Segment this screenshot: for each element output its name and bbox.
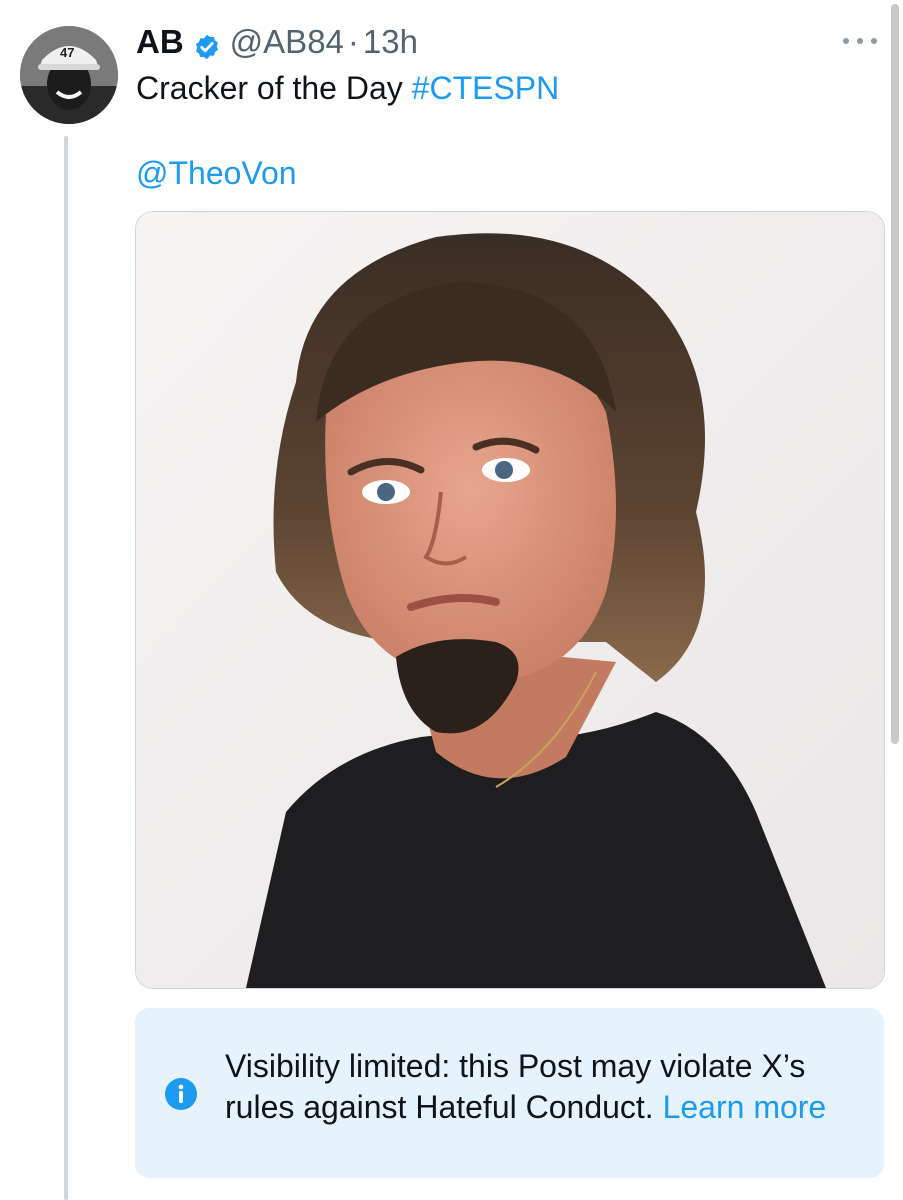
post-media-image[interactable] [135, 211, 885, 989]
avatar-image: 47 [20, 26, 118, 124]
more-options-icon[interactable] [843, 26, 877, 56]
thread-line [64, 136, 68, 1200]
post-text-body: Cracker of the Day [136, 70, 412, 106]
hashtag-link[interactable]: #CTESPN [412, 70, 560, 106]
post-text: Cracker of the Day #CTESPN [136, 66, 559, 110]
scrollbar[interactable] [891, 4, 899, 744]
verified-badge-icon[interactable] [193, 28, 221, 60]
info-icon [165, 1078, 197, 1110]
author-handle[interactable]: @AB84 [230, 20, 344, 64]
author-name[interactable]: AB [136, 20, 184, 64]
separator-dot: · [347, 23, 359, 60]
visibility-notice: Visibility limited: this Post may violat… [135, 1008, 884, 1178]
tweet-page: 47 AB @AB84 · 13h Cracker of the Day #CT… [0, 0, 903, 1200]
mention-link[interactable]: @TheoVon [136, 151, 297, 195]
post-header: AB @AB84 · 13h [136, 20, 418, 64]
avatar[interactable]: 47 [20, 26, 118, 124]
notice-text: Visibility limited: this Post may violat… [225, 1046, 865, 1128]
learn-more-link[interactable]: Learn more [663, 1089, 827, 1125]
avatar-cap-text: 47 [60, 45, 74, 60]
post-timestamp[interactable]: 13h [363, 20, 418, 64]
